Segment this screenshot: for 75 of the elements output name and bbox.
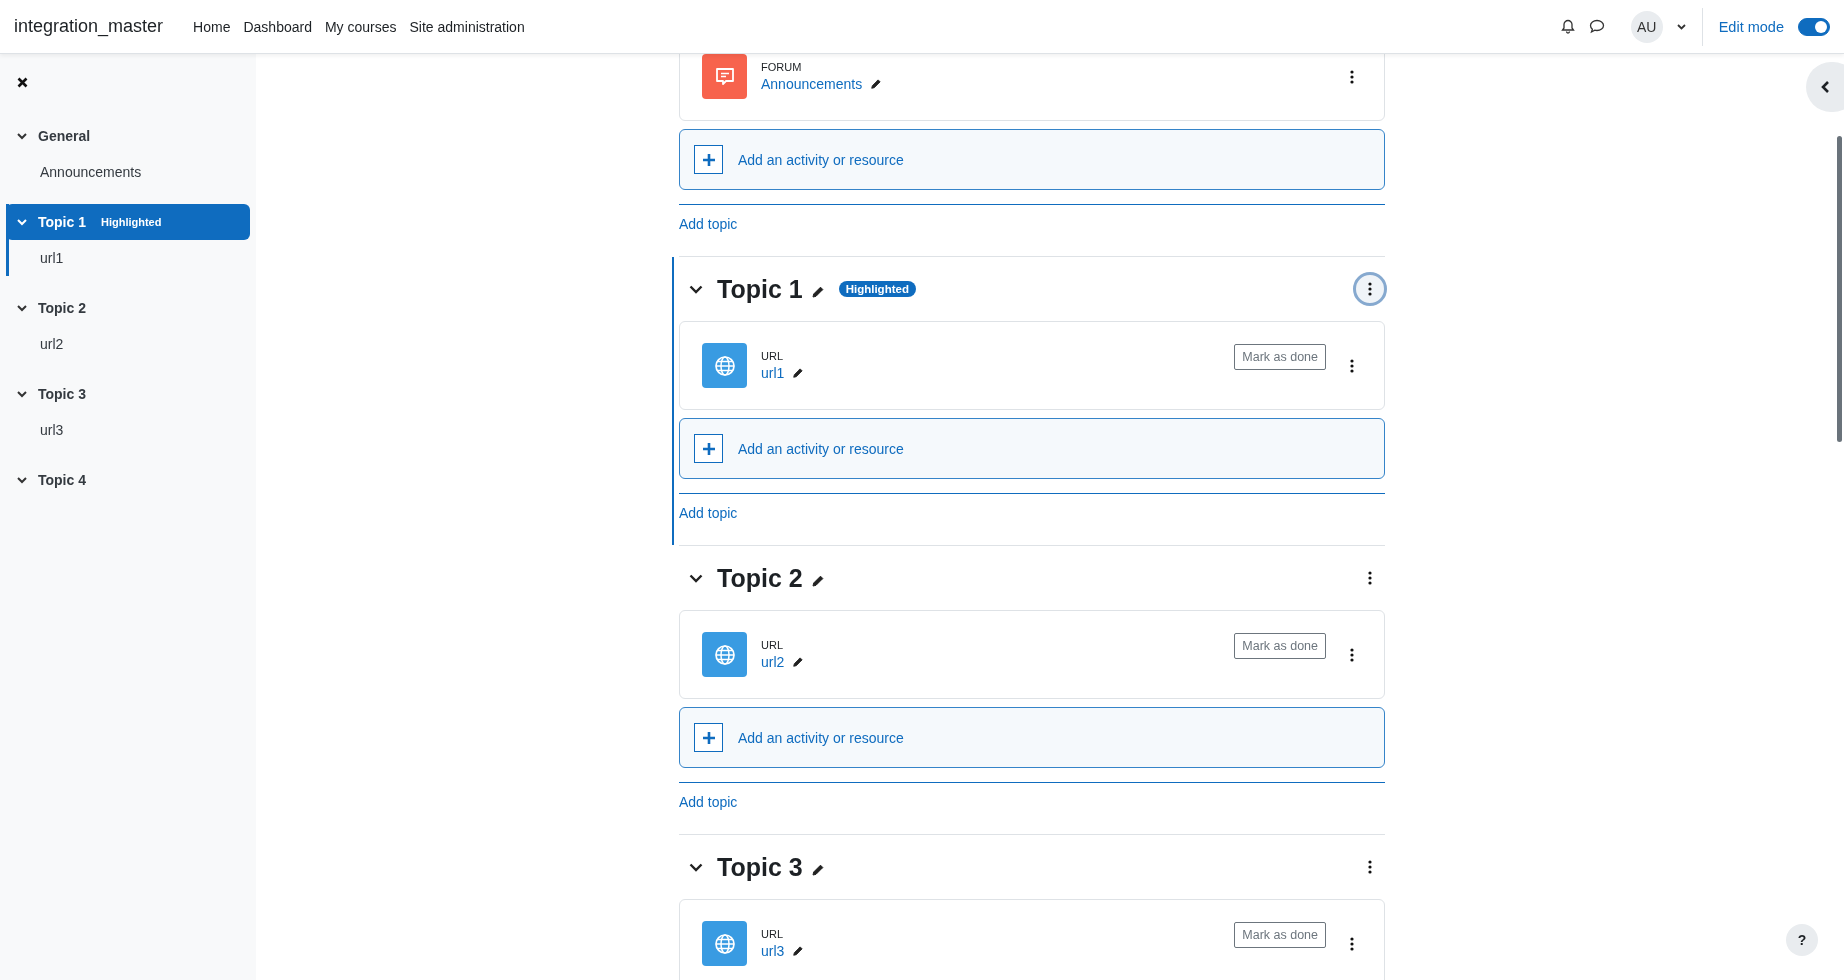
pencil-icon[interactable]	[810, 863, 825, 877]
chevron-down-icon[interactable]	[1676, 23, 1686, 30]
add-activity-label: Add an activity or resource	[738, 729, 904, 746]
kebab-menu-icon[interactable]	[1350, 358, 1354, 373]
chevron-down-icon[interactable]	[689, 284, 703, 294]
kebab-menu-icon[interactable]	[1368, 282, 1372, 296]
nav-link[interactable]: My courses	[324, 18, 397, 35]
help-button[interactable]: ?	[1786, 924, 1818, 956]
chevron-down-icon[interactable]	[689, 573, 703, 583]
course-index-section[interactable]: Topic 4	[9, 462, 250, 498]
plus-icon	[694, 145, 723, 174]
kebab-menu-icon[interactable]	[1350, 69, 1354, 84]
plus-icon	[694, 723, 723, 752]
add-activity-button[interactable]: Add an activity or resource	[679, 129, 1385, 190]
activity-link[interactable]: Announcements	[761, 76, 863, 92]
course-index-item[interactable]: url1	[9, 240, 250, 276]
scrollbar[interactable]	[1837, 136, 1842, 442]
activity-link[interactable]: url3	[761, 943, 785, 959]
add-activity-button[interactable]: Add an activity or resource	[679, 418, 1385, 479]
globe-icon	[702, 921, 747, 966]
add-topic-link[interactable]: Add topic	[679, 794, 738, 810]
pencil-icon[interactable]	[870, 78, 883, 90]
pencil-icon[interactable]	[810, 574, 825, 588]
kebab-menu-icon[interactable]	[1368, 571, 1372, 585]
activity-type: URL	[761, 928, 784, 940]
nav-link[interactable]: Site administration	[409, 18, 525, 35]
user-avatar[interactable]: AU	[1630, 10, 1663, 43]
course-index-section[interactable]: Topic 2	[9, 290, 250, 326]
course-index-section[interactable]: Topic 1 Highlighted	[6, 204, 250, 240]
globe-icon	[702, 632, 747, 677]
course-index-item[interactable]: url3	[9, 412, 250, 448]
course-index-item[interactable]: url2	[9, 326, 250, 362]
highlighted-badge: Highlighted	[838, 281, 916, 297]
chevron-down-icon[interactable]	[17, 304, 27, 312]
activity-link[interactable]: url2	[761, 654, 785, 670]
plus-icon	[694, 434, 723, 463]
globe-icon	[702, 343, 747, 388]
site-name[interactable]: integration_master	[14, 16, 164, 37]
activity-link[interactable]: url1	[761, 365, 785, 381]
bell-icon[interactable]	[1560, 19, 1575, 34]
nav-link[interactable]: Dashboard	[243, 18, 312, 35]
chat-icon[interactable]	[1588, 19, 1605, 34]
course-index-section[interactable]: General	[9, 118, 250, 154]
section-title: Topic 2	[717, 563, 803, 593]
activity-type: URL	[761, 350, 784, 362]
activity-type: URL	[761, 639, 784, 651]
pencil-icon[interactable]	[792, 945, 805, 957]
pencil-icon[interactable]	[792, 367, 805, 379]
add-topic-link[interactable]: Add topic	[679, 216, 738, 232]
chevron-left-icon[interactable]	[1820, 80, 1830, 94]
mark-as-done-button[interactable]: Mark as done	[1234, 922, 1326, 948]
edit-mode-toggle[interactable]	[1798, 17, 1830, 36]
chevron-down-icon[interactable]	[17, 476, 27, 484]
close-icon[interactable]	[17, 77, 28, 88]
activity-type: FORUM	[761, 61, 803, 73]
pencil-icon[interactable]	[810, 285, 825, 299]
chevron-down-icon[interactable]	[17, 132, 27, 140]
add-topic-link[interactable]: Add topic	[679, 505, 738, 521]
section-title: Topic 1	[717, 274, 803, 304]
nav-link[interactable]: Home	[193, 18, 231, 35]
kebab-menu-icon[interactable]	[1350, 647, 1354, 662]
mark-as-done-button[interactable]: Mark as done	[1234, 344, 1326, 370]
chevron-down-icon[interactable]	[689, 862, 703, 872]
add-activity-label: Add an activity or resource	[738, 151, 904, 168]
kebab-menu-icon[interactable]	[1350, 936, 1354, 951]
add-activity-button[interactable]: Add an activity or resource	[679, 707, 1385, 768]
course-index-section[interactable]: Topic 3	[9, 376, 250, 412]
course-index-item[interactable]: Announcements	[9, 154, 250, 190]
kebab-menu-icon[interactable]	[1368, 860, 1372, 874]
mark-as-done-button[interactable]: Mark as done	[1234, 633, 1326, 659]
section-title: Topic 3	[717, 852, 803, 882]
edit-mode-label: Edit mode	[1718, 18, 1784, 35]
add-activity-label: Add an activity or resource	[738, 440, 904, 457]
pencil-icon[interactable]	[792, 656, 805, 668]
chevron-down-icon[interactable]	[17, 390, 27, 398]
